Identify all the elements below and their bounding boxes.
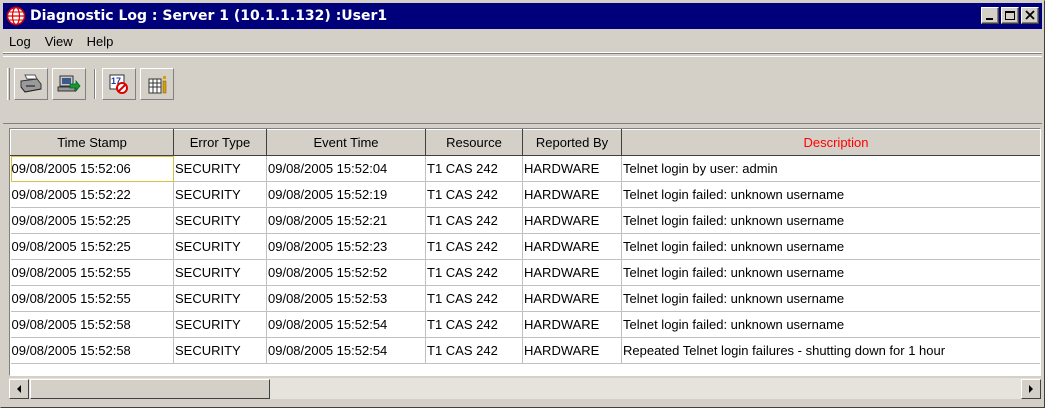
cell-time-stamp[interactable]: 09/08/2005 15:52:55 — [10, 285, 174, 312]
cell-event-time[interactable]: 09/08/2005 15:52:21 — [266, 207, 426, 234]
cell-time-stamp[interactable]: 09/08/2005 15:52:25 — [10, 207, 174, 234]
maximize-icon — [1005, 11, 1015, 20]
table-row[interactable]: 09/08/2005 15:52:22 SECURITY 09/08/2005 15… — [10, 181, 1040, 208]
table-row[interactable]: 09/08/2005 15:52:25 SECURITY 09/08/2005 15… — [10, 207, 1040, 234]
statistics-button[interactable] — [140, 68, 174, 100]
cell-reported-by[interactable]: HARDWARE — [522, 259, 622, 286]
cell-resource[interactable]: T1 CAS 242 — [425, 311, 523, 338]
toolbar: 17 — [3, 56, 1042, 124]
cell-description[interactable]: Telnet login failed: unknown username — [621, 181, 1040, 208]
cell-error-type[interactable]: SECURITY — [173, 181, 267, 208]
cell-description[interactable]: Telnet login by user: admin — [621, 155, 1040, 182]
window-title: Diagnostic Log : Server 1 (10.1.1.132) :… — [30, 8, 388, 24]
cell-error-type[interactable]: SECURITY — [173, 311, 267, 338]
window-controls — [981, 7, 1039, 24]
cell-description[interactable]: Telnet login failed: unknown username — [621, 285, 1040, 312]
cell-error-type[interactable]: SECURITY — [173, 207, 267, 234]
column-header-error-type[interactable]: Error Type — [173, 129, 267, 156]
menu-log[interactable]: Log — [9, 34, 31, 49]
title-bar[interactable]: Diagnostic Log : Server 1 (10.1.1.132) :… — [3, 3, 1042, 29]
cell-reported-by[interactable]: HARDWARE — [522, 337, 622, 364]
cell-reported-by[interactable]: HARDWARE — [522, 311, 622, 338]
log-table-container[interactable]: Time Stamp Error Type Event Time Resourc… — [9, 128, 1041, 376]
table-row[interactable]: 09/08/2005 15:52:58 SECURITY 09/08/2005 15… — [10, 311, 1040, 338]
toolbar-grip[interactable] — [7, 68, 10, 100]
cell-reported-by[interactable]: HARDWARE — [522, 233, 622, 260]
cell-error-type[interactable]: SECURITY — [173, 155, 267, 182]
table-row[interactable]: 09/08/2005 15:52:25 SECURITY 09/08/2005 15… — [10, 233, 1040, 260]
clear-log-button[interactable]: 17 — [102, 68, 136, 100]
cell-time-stamp[interactable]: 09/08/2005 15:52:58 — [10, 311, 174, 338]
cell-reported-by[interactable]: HARDWARE — [522, 181, 622, 208]
arrow-left-icon — [17, 384, 21, 393]
cell-error-type[interactable]: SECURITY — [173, 285, 267, 312]
export-icon — [57, 75, 81, 93]
table-row[interactable]: 09/08/2005 15:52:55 SECURITY 09/08/2005 15… — [10, 285, 1040, 312]
cell-time-stamp[interactable]: 09/08/2005 15:52:06 — [10, 155, 174, 182]
printer-icon — [20, 74, 42, 93]
cell-time-stamp[interactable]: 09/08/2005 15:52:22 — [10, 181, 174, 208]
cell-resource[interactable]: T1 CAS 242 — [425, 181, 523, 208]
cell-event-time[interactable]: 09/08/2005 15:52:23 — [266, 233, 426, 260]
cell-resource[interactable]: T1 CAS 242 — [425, 285, 523, 312]
table-row[interactable]: 09/08/2005 15:52:58 SECURITY 09/08/2005 15… — [10, 337, 1040, 364]
log-table: Time Stamp Error Type Event Time Resourc… — [10, 129, 1040, 364]
menu-view[interactable]: View — [45, 34, 73, 49]
cell-resource[interactable]: T1 CAS 242 — [425, 155, 523, 182]
cell-description[interactable]: Telnet login failed: unknown username — [621, 207, 1040, 234]
cell-resource[interactable]: T1 CAS 242 — [425, 259, 523, 286]
cell-event-time[interactable]: 09/08/2005 15:52:19 — [266, 181, 426, 208]
globe-icon — [6, 6, 26, 26]
print-button[interactable] — [14, 68, 48, 100]
cell-resource[interactable]: T1 CAS 242 — [425, 207, 523, 234]
cell-time-stamp[interactable]: 09/08/2005 15:52:58 — [10, 337, 174, 364]
column-header-resource[interactable]: Resource — [425, 129, 523, 156]
scroll-right-button[interactable] — [1021, 379, 1041, 399]
table-header-row: Time Stamp Error Type Event Time Resourc… — [10, 129, 1040, 156]
arrow-right-icon — [1029, 385, 1033, 393]
cell-event-time[interactable]: 09/08/2005 15:52:54 — [266, 311, 426, 338]
close-button[interactable] — [1021, 7, 1039, 24]
column-header-description[interactable]: Description — [621, 129, 1040, 156]
scroll-left-button[interactable] — [9, 378, 29, 399]
minimize-icon — [986, 18, 993, 20]
cell-resource[interactable]: T1 CAS 242 — [425, 337, 523, 364]
toolbar-separator — [94, 69, 96, 99]
cell-event-time[interactable]: 09/08/2005 15:52:52 — [266, 259, 426, 286]
minimize-button[interactable] — [981, 7, 999, 24]
menu-help[interactable]: Help — [87, 34, 114, 49]
cell-error-type[interactable]: SECURITY — [173, 259, 267, 286]
cell-error-type[interactable]: SECURITY — [173, 233, 267, 260]
cell-event-time[interactable]: 09/08/2005 15:52:54 — [266, 337, 426, 364]
column-header-event-time[interactable]: Event Time — [266, 129, 426, 156]
cell-resource[interactable]: T1 CAS 242 — [425, 233, 523, 260]
cell-error-type[interactable]: SECURITY — [173, 337, 267, 364]
clear-log-icon: 17 — [109, 74, 128, 94]
close-icon — [1025, 10, 1035, 20]
cell-event-time[interactable]: 09/08/2005 15:52:53 — [266, 285, 426, 312]
cell-reported-by[interactable]: HARDWARE — [522, 207, 622, 234]
diagnostic-log-window: Diagnostic Log : Server 1 (10.1.1.132) :… — [0, 0, 1045, 408]
statistics-icon — [148, 76, 167, 94]
cell-time-stamp[interactable]: 09/08/2005 15:52:55 — [10, 259, 174, 286]
column-header-time-stamp[interactable]: Time Stamp — [10, 129, 174, 156]
cell-reported-by[interactable]: HARDWARE — [522, 155, 622, 182]
table-row[interactable]: 09/08/2005 15:52:06 SECURITY 09/08/2005 15… — [10, 155, 1040, 182]
maximize-button[interactable] — [1001, 7, 1019, 24]
menu-bar: Log View Help — [3, 31, 1042, 53]
cell-description[interactable]: Telnet login failed: unknown username — [621, 233, 1040, 260]
cell-description[interactable]: Repeated Telnet login failures - shuttin… — [621, 337, 1040, 364]
table-row[interactable]: 09/08/2005 15:52:55 SECURITY 09/08/2005 15… — [10, 259, 1040, 286]
horizontal-scrollbar[interactable] — [9, 377, 1041, 399]
cell-reported-by[interactable]: HARDWARE — [522, 285, 622, 312]
cell-time-stamp[interactable]: 09/08/2005 15:52:25 — [10, 233, 174, 260]
table-body: 09/08/2005 15:52:06 SECURITY 09/08/2005 15… — [10, 155, 1040, 364]
export-button[interactable] — [52, 68, 86, 100]
column-header-reported-by[interactable]: Reported By — [522, 129, 622, 156]
cell-event-time[interactable]: 09/08/2005 15:52:04 — [266, 155, 426, 182]
cell-description[interactable]: Telnet login failed: unknown username — [621, 259, 1040, 286]
scroll-thumb[interactable] — [30, 379, 270, 399]
cell-description[interactable]: Telnet login failed: unknown username — [621, 311, 1040, 338]
